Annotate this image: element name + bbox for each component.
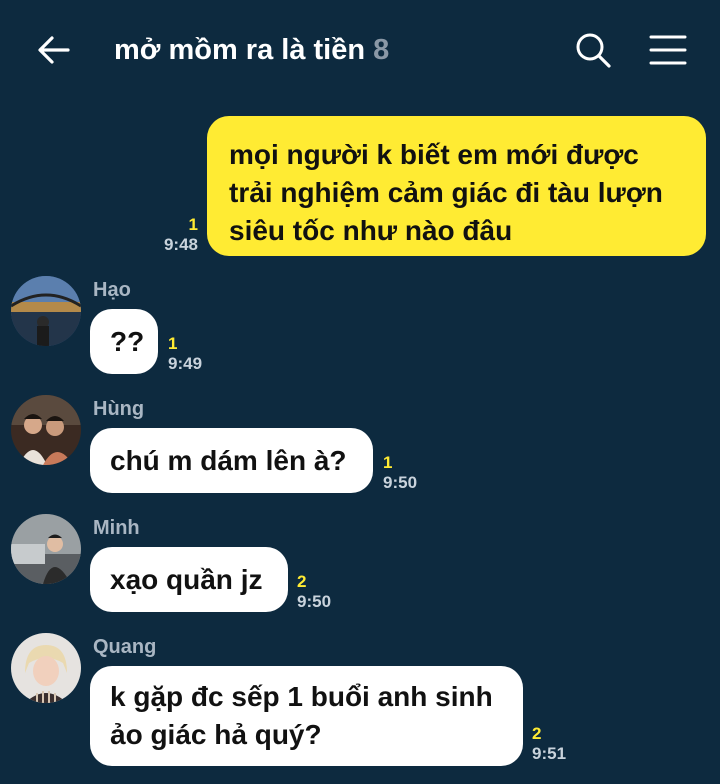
unread-count: 2 xyxy=(532,724,542,743)
avatar[interactable] xyxy=(11,633,81,703)
incoming-message-bubble[interactable]: xạo quần jz xyxy=(90,547,288,612)
message-time: 9:50 xyxy=(297,592,332,611)
message-text: xạo quần jz xyxy=(110,563,263,595)
incoming-message-bubble[interactable]: chú m dám lên à? xyxy=(90,428,373,493)
message-meta: 1 9:50 xyxy=(383,453,417,493)
sender-name: Minh xyxy=(93,517,140,539)
chat-header: mở mồm ra là tiền 8 xyxy=(0,0,720,100)
message-text: ?? xyxy=(110,325,145,357)
avatar-photo xyxy=(11,395,81,465)
message-meta: 1 9:48 xyxy=(150,215,198,255)
sender-name: Quang xyxy=(93,636,157,658)
message-text: chú m dám lên à? xyxy=(110,444,347,476)
avatar-photo xyxy=(11,514,81,584)
message-time: 9:50 xyxy=(383,473,418,492)
avatar-photo xyxy=(11,276,81,346)
message-meta: 2 9:50 xyxy=(297,572,331,612)
avatar[interactable] xyxy=(11,514,81,584)
back-button[interactable] xyxy=(34,30,74,70)
incoming-message-bubble[interactable]: k gặp đc sếp 1 buổi anh sinh ảo giác hả … xyxy=(90,666,523,766)
outgoing-message-bubble[interactable]: mọi người k biết em mới được trải nghiệm… xyxy=(207,116,706,256)
hamburger-menu-icon xyxy=(649,35,687,65)
message-time: 9:51 xyxy=(532,744,567,763)
message-meta: 2 9:51 xyxy=(532,724,566,764)
unread-count: 1 xyxy=(188,215,198,234)
chat-title[interactable]: mở mồm ra là tiền 8 xyxy=(114,30,389,70)
avatar[interactable] xyxy=(11,276,81,346)
message-text: k gặp đc sếp 1 buổi anh sinh ảo giác hả … xyxy=(110,681,493,750)
arrow-left-icon xyxy=(38,36,70,64)
chat-room-name: mở mồm ra là tiền xyxy=(114,34,366,66)
menu-button[interactable] xyxy=(648,32,688,68)
unread-count: 1 xyxy=(168,334,178,353)
avatar-photo xyxy=(11,633,81,703)
member-count: 8 xyxy=(373,34,390,66)
message-meta: 1 9:49 xyxy=(168,334,202,374)
unread-count: 1 xyxy=(383,453,393,472)
search-button[interactable] xyxy=(573,30,613,70)
sender-name: Hùng xyxy=(93,398,145,420)
message-time: 9:49 xyxy=(168,354,203,373)
avatar[interactable] xyxy=(11,395,81,465)
search-icon xyxy=(576,33,611,68)
incoming-message-bubble[interactable]: ?? xyxy=(90,309,158,374)
message-time: 9:48 xyxy=(163,235,198,254)
unread-count: 2 xyxy=(297,572,307,591)
sender-name: Hạo xyxy=(93,279,131,301)
message-text: mọi người k biết em mới được trải nghiệm… xyxy=(229,139,663,246)
